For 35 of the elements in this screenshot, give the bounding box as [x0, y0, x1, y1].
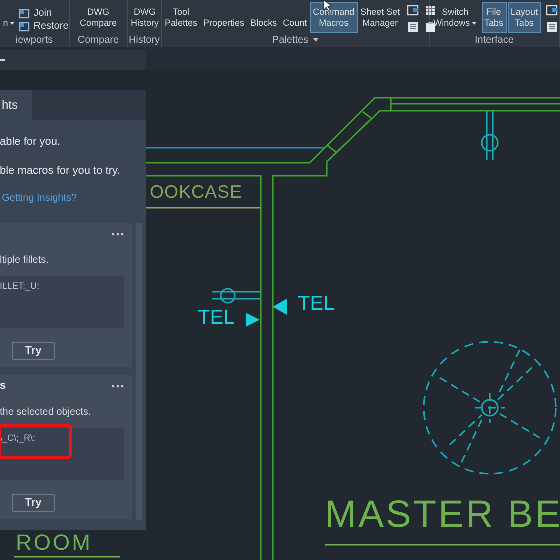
ribbon-button[interactable]: DWG Compare [76, 2, 120, 33]
panel-tab[interactable]: hts [0, 90, 32, 120]
ribbon-button[interactable]: Switch Windows [430, 2, 480, 33]
room-label: MASTER BE [325, 496, 560, 534]
panel-text: able for you. [0, 135, 62, 150]
ribbon-button[interactable]: Restore [18, 21, 69, 33]
ribbon-button[interactable]: Properties [200, 2, 248, 33]
panel-text: ble macros for you to try. [0, 164, 122, 178]
ribbon-group-label[interactable]: Compare [70, 33, 127, 47]
ribbon-button[interactable]: Command Macros [310, 2, 358, 33]
outlet-label: TEL [298, 294, 335, 314]
ribbon-button[interactable]: Blocks [248, 2, 280, 33]
try-button[interactable]: Try [12, 494, 55, 512]
macro-code-field[interactable]: ILLET;_U; [0, 276, 124, 328]
outlet-label: TEL [198, 308, 235, 328]
ribbon-button[interactable]: n [0, 2, 18, 33]
macro-description: ltiple fillets. [0, 254, 50, 268]
ribbon-button[interactable]: Sheet Set Manager [358, 2, 404, 33]
ribbon-button[interactable]: Tool Palettes [162, 2, 201, 33]
ribbon-button[interactable]: DWG History [128, 2, 162, 33]
macro-code-field[interactable]: \_C\;_R\; [0, 428, 124, 480]
furniture-label: OOKCASE [150, 183, 243, 201]
macro-title: s [0, 378, 6, 394]
ribbon-button[interactable]: Join [18, 8, 69, 20]
room-label: ROOM [16, 532, 92, 554]
ribbon-group-label[interactable]: History [128, 33, 161, 47]
ribbon-button[interactable]: Layout Tabs [508, 2, 541, 33]
macro-description: the selected objects. [0, 406, 92, 420]
ribbon-button[interactable]: Count [280, 2, 310, 33]
try-button[interactable]: Try [12, 342, 55, 360]
ribbon-group-label[interactable]: Palettes [162, 33, 429, 47]
ribbon-button[interactable]: File Tabs [482, 2, 507, 33]
ribbon-group-label[interactable]: Interface [430, 33, 559, 47]
ribbon-group-label[interactable]: iewports [0, 33, 69, 47]
help-link[interactable]: Getting Insights? [0, 191, 146, 206]
